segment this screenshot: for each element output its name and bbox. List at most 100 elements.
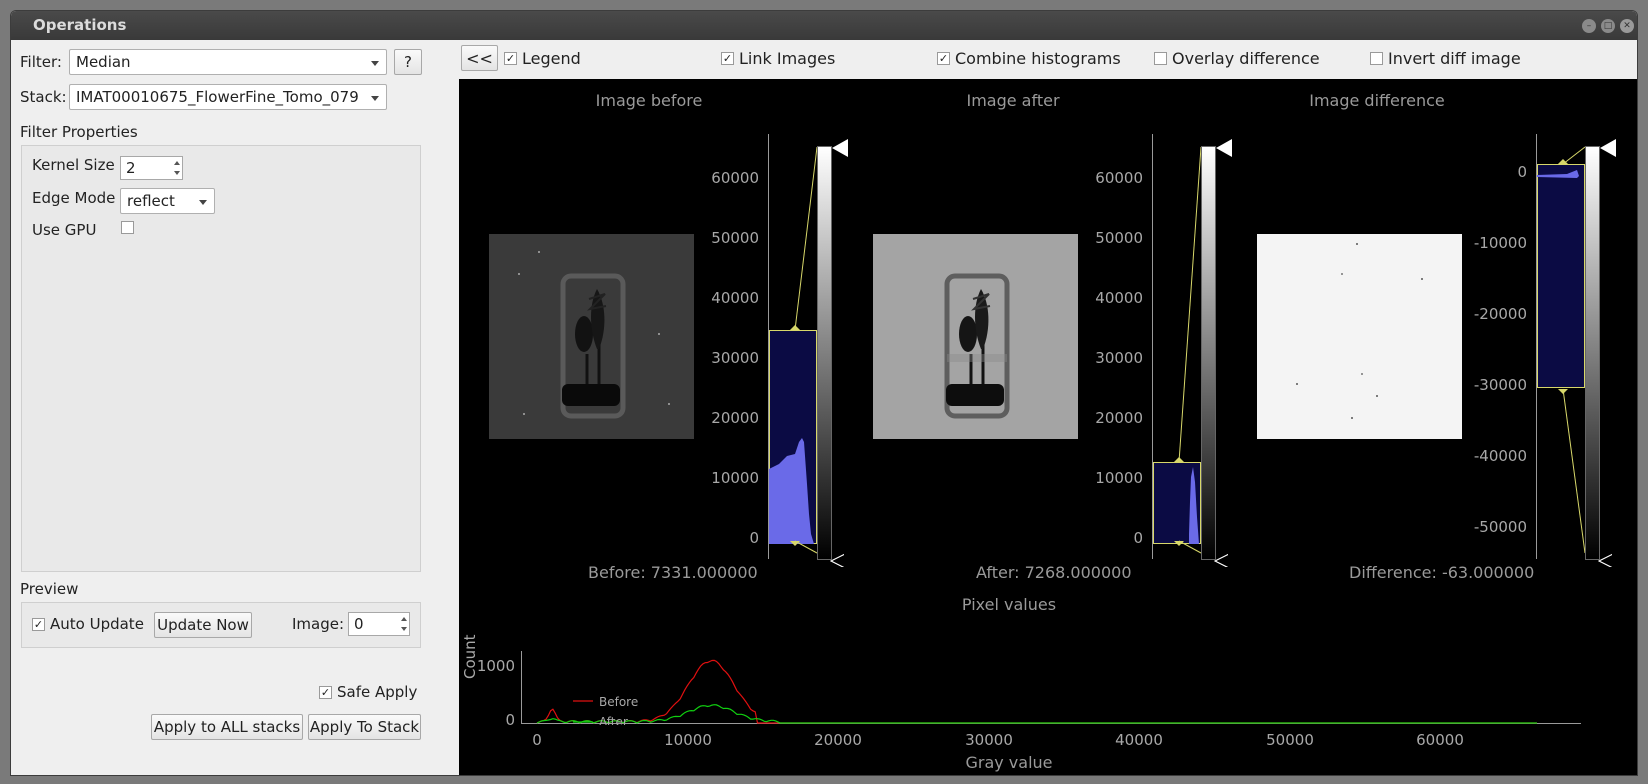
pixel-plot-curves xyxy=(536,659,1537,724)
hist-tick: 30000 xyxy=(1095,349,1143,367)
help-button[interactable]: ? xyxy=(394,49,422,75)
combine-histograms-checkbox[interactable]: ✓ xyxy=(937,52,950,65)
max-level-handle[interactable] xyxy=(832,139,848,157)
image-views: Image before Image after Image differenc… xyxy=(459,79,1637,775)
filter-label: Filter: xyxy=(20,53,62,71)
pixel-ytick: 0 xyxy=(505,711,515,729)
overlay-difference-checkbox[interactable] xyxy=(1154,52,1167,65)
preview-toolbar: << ✓ Legend ✓ Link Images ✓ Combine hist… xyxy=(459,40,1637,79)
collapse-panel-button[interactable]: << xyxy=(461,45,498,71)
hist-tick: 50000 xyxy=(1095,229,1143,247)
invert-diff-checkbox[interactable] xyxy=(1370,52,1383,65)
stack-select[interactable]: IMAT00010675_FlowerFine_Tomo_079 xyxy=(69,84,387,110)
difference-value-readout: Difference: -63.000000 xyxy=(1349,563,1535,582)
stack-value: IMAT00010675_FlowerFine_Tomo_079 xyxy=(76,88,359,106)
preview-label: Preview xyxy=(20,580,79,598)
edge-mode-value: reflect xyxy=(127,192,175,210)
image-before-view[interactable] xyxy=(489,234,694,439)
filter-properties-label: Filter Properties xyxy=(20,123,138,141)
after-curve xyxy=(536,704,1537,724)
use-gpu-checkbox[interactable] xyxy=(121,221,134,234)
auto-update-checkbox[interactable]: ✓ xyxy=(32,618,45,631)
maximize-button[interactable]: □ xyxy=(1601,19,1615,33)
filter-select[interactable]: Median xyxy=(69,49,387,75)
spin-down-icon[interactable] xyxy=(401,627,407,631)
hist-tick: 40000 xyxy=(711,289,759,307)
edge-mode-label: Edge Mode xyxy=(32,189,116,207)
window-title: Operations xyxy=(33,16,127,34)
min-level-handle[interactable] xyxy=(1598,553,1612,567)
hist-tick: 10000 xyxy=(1095,469,1143,487)
legend-before-label: Before xyxy=(599,695,639,709)
pixel-xtick: 0 xyxy=(532,731,542,749)
hist-tick: 0 xyxy=(1517,163,1527,181)
chevron-down-icon xyxy=(199,200,207,205)
chevron-down-icon xyxy=(371,96,379,101)
hist-tick: 20000 xyxy=(1095,409,1143,427)
pixel-xtick: 30000 xyxy=(965,731,1013,749)
image-after-view[interactable] xyxy=(873,234,1078,439)
histogram-difference[interactable]: 0 -10000 -20000 -30000 -40000 -50000 xyxy=(1457,79,1616,569)
pixel-xtick: 60000 xyxy=(1416,731,1464,749)
pixel-values-plot[interactable]: Count 1000 0 Before After 0 10000 20000 … xyxy=(459,619,1637,775)
safe-apply-checkbox[interactable]: ✓ xyxy=(319,686,332,699)
hist-tick: -30000 xyxy=(1473,376,1527,394)
gradient-bar xyxy=(817,146,832,560)
histogram-before[interactable]: 60000 50000 40000 30000 20000 10000 0 xyxy=(689,79,848,569)
chevron-down-icon xyxy=(371,61,379,66)
pixel-xtick: 10000 xyxy=(664,731,712,749)
hist-tick: -40000 xyxy=(1473,447,1527,465)
update-now-button[interactable]: Update Now xyxy=(154,612,252,638)
link-images-label: Link Images xyxy=(739,49,836,68)
minimize-button[interactable]: – xyxy=(1582,19,1596,33)
image-index-spinbox[interactable]: 0 xyxy=(348,612,410,636)
hist-tick: 20000 xyxy=(711,409,759,427)
image-difference-view[interactable] xyxy=(1257,234,1462,439)
hist-tick: -20000 xyxy=(1473,305,1527,323)
image-label: Image: xyxy=(292,615,345,633)
max-level-handle[interactable] xyxy=(1600,139,1616,157)
image-difference-title: Image difference xyxy=(1309,91,1445,110)
invert-diff-label: Invert diff image xyxy=(1388,49,1521,68)
pixel-plot-xlabel: Gray value xyxy=(965,753,1053,772)
hist-tick: 50000 xyxy=(711,229,759,247)
apply-all-stacks-button[interactable]: Apply to ALL stacks xyxy=(151,714,303,740)
pixel-ytick: 1000 xyxy=(476,657,515,675)
stack-label: Stack: xyxy=(20,88,67,106)
link-images-checkbox[interactable]: ✓ xyxy=(721,52,734,65)
pixel-xtick: 50000 xyxy=(1266,731,1314,749)
spin-up-icon[interactable] xyxy=(401,617,407,621)
min-level-handle[interactable] xyxy=(830,553,844,567)
close-button[interactable]: ✕ xyxy=(1620,19,1634,33)
kernel-size-value: 2 xyxy=(126,159,136,177)
hist-tick: 40000 xyxy=(1095,289,1143,307)
apply-to-stack-button[interactable]: Apply To Stack xyxy=(308,714,421,740)
kernel-size-label: Kernel Size xyxy=(32,156,115,174)
edge-mode-select[interactable]: reflect xyxy=(120,188,215,214)
hist-tick: 60000 xyxy=(711,169,759,187)
hist-tick: -50000 xyxy=(1473,518,1527,536)
hist-tick: 0 xyxy=(749,529,759,547)
combine-histograms-label: Combine histograms xyxy=(955,49,1121,68)
max-level-handle[interactable] xyxy=(1216,139,1232,157)
kernel-size-spinbox[interactable]: 2 xyxy=(120,156,183,180)
overlay-difference-label: Overlay difference xyxy=(1172,49,1320,68)
legend-checkbox[interactable]: ✓ xyxy=(504,52,517,65)
pixel-plot-title: Pixel values xyxy=(961,595,1057,614)
filter-properties-group: Kernel Size 2 Edge Mode reflect Use GPU xyxy=(21,145,421,572)
safe-apply-label: Safe Apply xyxy=(337,683,418,701)
histogram-after[interactable]: 60000 50000 40000 30000 20000 10000 0 xyxy=(1073,79,1232,569)
pixel-xtick: 40000 xyxy=(1115,731,1163,749)
min-level-handle[interactable] xyxy=(1214,553,1228,567)
gradient-bar xyxy=(1585,146,1600,560)
after-value-readout: After: 7268.000000 xyxy=(976,563,1132,582)
title-bar: Operations – □ ✕ xyxy=(11,11,1637,40)
use-gpu-label: Use GPU xyxy=(32,221,97,239)
operations-panel: Filter: Median ? Stack: IMAT00010675_Flo… xyxy=(11,40,438,775)
hist-tick: -10000 xyxy=(1473,234,1527,252)
before-value-readout: Before: 7331.000000 xyxy=(588,563,758,582)
spin-up-icon[interactable] xyxy=(174,161,180,165)
gradient-bar xyxy=(1201,146,1216,560)
spin-down-icon[interactable] xyxy=(174,171,180,175)
hist-tick: 10000 xyxy=(711,469,759,487)
